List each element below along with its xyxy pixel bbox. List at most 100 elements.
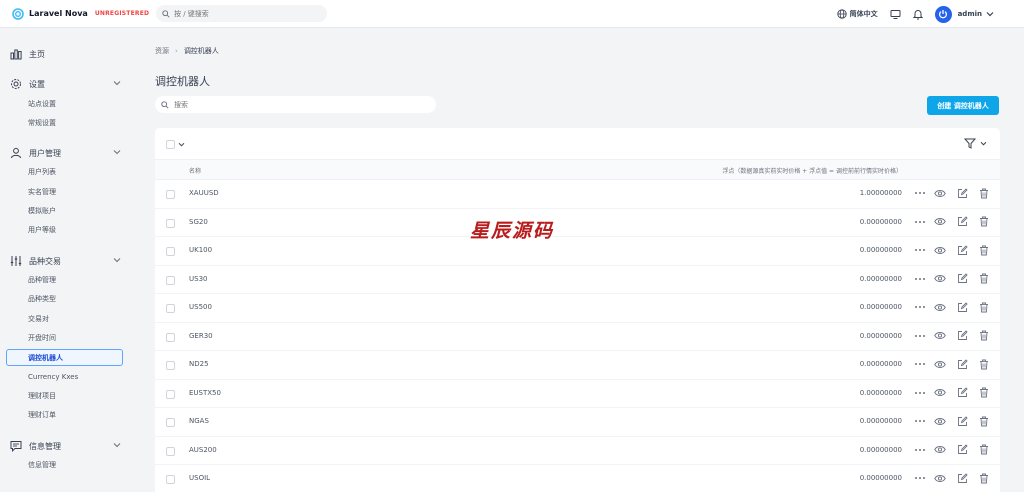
sidebar-item-instruments[interactable]: 品种管理 bbox=[28, 274, 56, 286]
view-eye-icon[interactable] bbox=[934, 472, 946, 484]
filter-button[interactable] bbox=[964, 138, 990, 150]
view-eye-icon[interactable] bbox=[934, 444, 946, 456]
resource-search[interactable] bbox=[155, 96, 436, 113]
more-actions-icon[interactable] bbox=[914, 273, 926, 285]
sidebar-item-general-settings[interactable]: 常规设置 bbox=[28, 117, 56, 129]
table-row[interactable]: UK100 0.00000000 bbox=[155, 237, 1000, 266]
row-checkbox[interactable] bbox=[166, 418, 175, 427]
view-eye-icon[interactable] bbox=[934, 415, 946, 427]
row-name[interactable]: EUSTX50 bbox=[189, 389, 221, 397]
sidebar-item-wealth-products[interactable]: 理财项目 bbox=[28, 390, 56, 402]
edit-icon[interactable] bbox=[956, 387, 968, 399]
view-eye-icon[interactable] bbox=[934, 244, 946, 256]
row-name[interactable]: US30 bbox=[189, 275, 207, 283]
row-name[interactable]: USOIL bbox=[189, 474, 210, 482]
row-checkbox[interactable] bbox=[166, 446, 175, 456]
row-checkbox[interactable] bbox=[166, 247, 175, 256]
edit-icon[interactable] bbox=[956, 330, 968, 342]
sidebar-section-settings[interactable]: 设置 bbox=[10, 77, 125, 91]
table-row[interactable]: XAUUSD 1.00000000 bbox=[155, 180, 1000, 209]
table-row[interactable]: AUS200 0.00000000 bbox=[155, 437, 1000, 465]
more-actions-icon[interactable] bbox=[914, 387, 926, 399]
view-eye-icon[interactable] bbox=[934, 273, 946, 285]
delete-trash-icon[interactable] bbox=[978, 444, 990, 456]
view-eye-icon[interactable] bbox=[934, 301, 946, 313]
create-robot-button[interactable]: 创建 调控机器人 bbox=[927, 96, 999, 115]
more-actions-icon[interactable] bbox=[914, 415, 926, 427]
row-checkbox[interactable] bbox=[166, 475, 175, 484]
delete-trash-icon[interactable] bbox=[978, 472, 990, 484]
sidebar-item-currency-kxes[interactable]: Currency Kxes bbox=[28, 371, 78, 383]
table-row[interactable]: GER30 0.00000000 bbox=[155, 323, 1000, 351]
delete-trash-icon[interactable] bbox=[978, 330, 990, 342]
delete-trash-icon[interactable] bbox=[978, 415, 990, 427]
row-checkbox[interactable] bbox=[166, 361, 175, 370]
theme-toggle[interactable] bbox=[890, 9, 901, 20]
edit-icon[interactable] bbox=[956, 301, 968, 313]
sidebar-item-site-settings[interactable]: 站点设置 bbox=[28, 98, 56, 110]
table-row[interactable]: NGAS 0.00000000 bbox=[155, 408, 1000, 437]
view-eye-icon[interactable] bbox=[934, 387, 946, 399]
sidebar-item-kyc[interactable]: 实名管理 bbox=[28, 186, 56, 198]
more-actions-icon[interactable] bbox=[914, 216, 926, 228]
resource-search-input[interactable] bbox=[174, 100, 374, 109]
user-menu[interactable]: admin bbox=[934, 5, 994, 23]
delete-trash-icon[interactable] bbox=[978, 358, 990, 370]
row-name[interactable]: XAUUSD bbox=[189, 189, 219, 197]
edit-icon[interactable] bbox=[956, 444, 968, 456]
row-checkbox[interactable] bbox=[166, 304, 175, 313]
edit-icon[interactable] bbox=[956, 415, 968, 427]
delete-trash-icon[interactable] bbox=[978, 301, 990, 313]
row-checkbox[interactable] bbox=[166, 218, 175, 228]
view-eye-icon[interactable] bbox=[934, 187, 946, 199]
sidebar-item-instrument-types[interactable]: 品种类型 bbox=[28, 293, 56, 305]
sidebar-section-home[interactable]: 主页 bbox=[10, 47, 125, 61]
column-header-name[interactable]: 名称 bbox=[189, 166, 201, 175]
select-all-checkbox[interactable] bbox=[166, 140, 175, 149]
more-actions-icon[interactable] bbox=[914, 472, 926, 484]
global-search-input[interactable] bbox=[174, 9, 314, 18]
table-row[interactable]: US500 0.00000000 bbox=[155, 294, 1000, 323]
row-name[interactable]: GER30 bbox=[189, 332, 213, 340]
select-all-dropdown[interactable] bbox=[166, 140, 188, 150]
sidebar-item-market-hours[interactable]: 开盘时间 bbox=[28, 332, 56, 344]
sidebar-item-user-list[interactable]: 用户列表 bbox=[28, 166, 56, 178]
sidebar-item-control-robot[interactable]: 调控机器人 bbox=[6, 349, 123, 366]
more-actions-icon[interactable] bbox=[914, 358, 926, 370]
edit-icon[interactable] bbox=[956, 472, 968, 484]
delete-trash-icon[interactable] bbox=[978, 216, 990, 228]
delete-trash-icon[interactable] bbox=[978, 187, 990, 199]
global-search[interactable] bbox=[156, 5, 327, 22]
edit-icon[interactable] bbox=[956, 187, 968, 199]
row-checkbox[interactable] bbox=[166, 332, 175, 342]
view-eye-icon[interactable] bbox=[934, 330, 946, 342]
row-checkbox[interactable] bbox=[166, 389, 175, 399]
sidebar-item-message-management[interactable]: 信息管理 bbox=[28, 459, 56, 471]
more-actions-icon[interactable] bbox=[914, 301, 926, 313]
edit-icon[interactable] bbox=[956, 273, 968, 285]
view-eye-icon[interactable] bbox=[934, 216, 946, 228]
sidebar-section-messages[interactable]: 信息管理 bbox=[10, 439, 125, 453]
app-logo[interactable]: Laravel Nova UNREGISTERED bbox=[12, 7, 152, 20]
table-row[interactable]: USOIL 0.00000000 bbox=[155, 465, 1000, 492]
table-row[interactable]: EUSTX50 0.00000000 bbox=[155, 380, 1000, 408]
view-eye-icon[interactable] bbox=[934, 358, 946, 370]
notifications-button[interactable] bbox=[912, 9, 923, 20]
sidebar-section-users[interactable]: 用户管理 bbox=[10, 146, 125, 160]
more-actions-icon[interactable] bbox=[914, 330, 926, 342]
sidebar-section-trading[interactable]: 品种交易 bbox=[10, 254, 125, 268]
edit-icon[interactable] bbox=[956, 216, 968, 228]
table-row[interactable]: ND25 0.00000000 bbox=[155, 351, 1000, 380]
table-row[interactable]: SG20 0.00000000 bbox=[155, 209, 1000, 237]
row-name[interactable]: US500 bbox=[189, 303, 212, 311]
sidebar-item-wealth-orders[interactable]: 理财订单 bbox=[28, 409, 56, 421]
row-name[interactable]: AUS200 bbox=[189, 446, 217, 454]
row-checkbox[interactable] bbox=[166, 190, 175, 199]
table-row[interactable]: US30 0.00000000 bbox=[155, 266, 1000, 294]
sidebar-item-trading-pairs[interactable]: 交易对 bbox=[28, 313, 49, 325]
sidebar-item-demo-accounts[interactable]: 模拟账户 bbox=[28, 205, 56, 217]
edit-icon[interactable] bbox=[956, 244, 968, 256]
row-name[interactable]: SG20 bbox=[189, 218, 208, 226]
delete-trash-icon[interactable] bbox=[978, 273, 990, 285]
column-header-float[interactable]: 浮点（数据源真实前实时价格 + 浮点值 = 调控前前行情实时价格） bbox=[722, 166, 902, 175]
